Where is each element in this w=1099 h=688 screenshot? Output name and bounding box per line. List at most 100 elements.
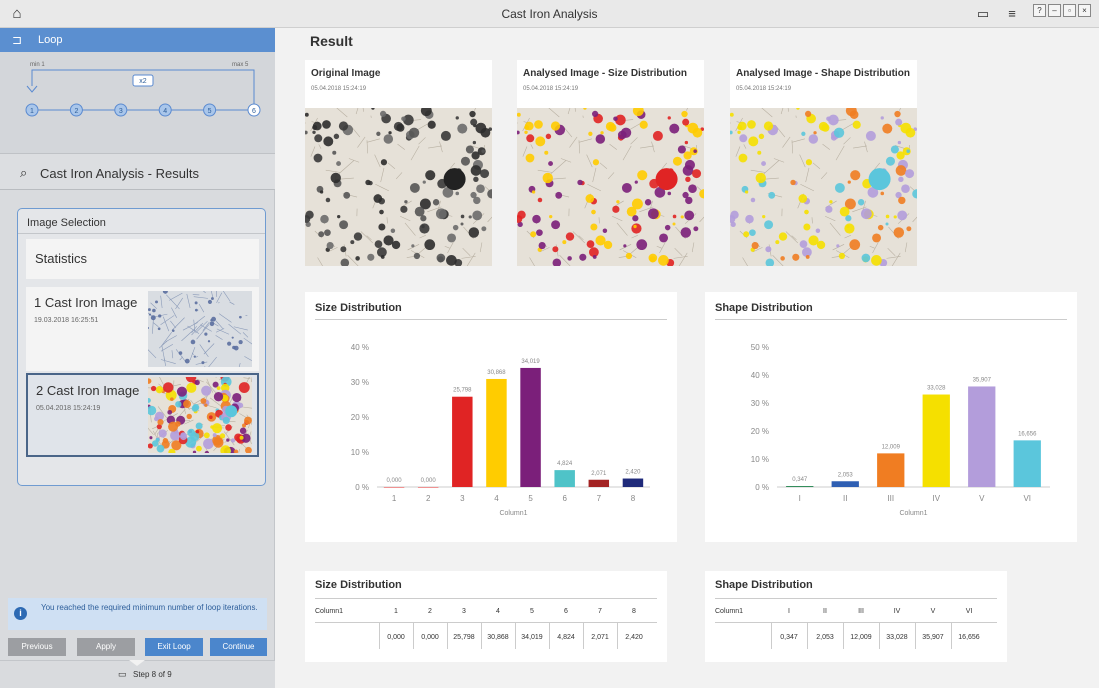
image-card-date: 05.04.2018 15:24:19	[736, 86, 792, 92]
bar-data-label: 34,019	[521, 359, 540, 365]
y-tick-label: 30 %	[351, 378, 369, 387]
results-header-label: Cast Iron Analysis - Results	[40, 166, 199, 181]
y-tick-label: 50 %	[751, 343, 769, 352]
x-tick-label: IV	[932, 494, 940, 503]
image-card-shape[interactable]: Analysed Image - Shape Distribution 05.0…	[730, 60, 917, 266]
y-tick-label: 20 %	[751, 427, 769, 436]
image-thumbnail	[148, 377, 252, 453]
bar	[1013, 440, 1041, 487]
bar-data-label: 35,907	[973, 377, 992, 383]
info-text: You reached the required minimum number …	[41, 603, 258, 612]
page-title: Result	[310, 33, 353, 49]
exit-loop-button[interactable]: Exit Loop	[145, 638, 203, 656]
table-column-header: V	[930, 608, 936, 615]
bar-data-label: 2,420	[625, 470, 641, 476]
bar	[588, 479, 610, 487]
table-row-header: Column1	[315, 608, 344, 615]
close-icon[interactable]: ×	[1078, 4, 1091, 17]
image-selection-panel: Image Selection Statistics 1 Cast Iron I…	[17, 208, 266, 486]
shape-analysed-image	[730, 108, 917, 266]
table-title: Shape Distribution	[715, 579, 813, 591]
x-tick-label: 3	[460, 494, 465, 503]
shape-distribution-chart: Shape Distribution 0 % 10 % 20 % 30 % 40 % 50…	[705, 292, 1077, 542]
table-cell: 12,009	[850, 634, 872, 641]
statistics-item[interactable]: Statistics	[26, 239, 259, 279]
x-tick-label: 4	[494, 494, 499, 503]
image-item-name: 1 Cast Iron Image	[34, 295, 138, 310]
x-tick-label: 8	[631, 494, 636, 503]
previous-button[interactable]: Previous	[8, 638, 66, 656]
step-indicator: ▭ Step 8 of 9	[0, 660, 275, 688]
y-tick-label: 40 %	[351, 343, 369, 352]
window-controls: ? – ▫ ×	[1033, 4, 1091, 17]
x-tick-label: 5	[528, 494, 533, 503]
table-cell: 30,868	[487, 634, 509, 641]
x-axis-label: Column1	[899, 510, 927, 517]
table-cell: 33,028	[886, 634, 908, 641]
loop-step-label: 6	[252, 108, 256, 115]
info-icon: i	[14, 607, 27, 620]
bar-data-label: 0,000	[387, 478, 403, 484]
image-selection-heading: Image Selection	[27, 217, 106, 229]
loop-label: Loop	[38, 34, 63, 46]
image-thumbnail	[148, 291, 252, 367]
bar-data-label: 0,000	[421, 478, 437, 484]
table-column-header: 8	[632, 608, 636, 615]
image-list-item[interactable]: 1 Cast Iron Image 19.03.2018 16:25:51	[26, 287, 259, 371]
table-column-header: IV	[893, 608, 901, 615]
x-tick-label: VI	[1023, 494, 1031, 503]
bar	[622, 478, 644, 487]
loop-step-label: 3	[119, 108, 123, 115]
list-icon[interactable]: ≡	[1003, 5, 1021, 23]
size-analysed-image	[517, 108, 704, 266]
bar	[520, 367, 541, 487]
table-title: Size Distribution	[315, 579, 402, 591]
image-card-title: Original Image	[311, 68, 381, 79]
table-column-header: III	[858, 608, 864, 615]
step-text: Step 8 of 9	[133, 670, 172, 679]
microscope-icon: ⌕	[20, 165, 28, 180]
bar	[831, 481, 859, 487]
bar	[554, 470, 575, 487]
statistics-label: Statistics	[35, 251, 88, 266]
loop-diagram: min 1 max 5 x2 1 2 3 4 5 6	[0, 52, 275, 154]
table-cell: 0,000	[421, 634, 439, 641]
comment-icon[interactable]: ▭	[974, 5, 992, 23]
x-tick-label: III	[887, 494, 894, 503]
apply-button[interactable]: Apply	[77, 638, 135, 656]
bar-data-label: 12,009	[882, 444, 901, 450]
minimize-icon[interactable]: –	[1048, 4, 1061, 17]
table-column-header: 5	[530, 608, 534, 615]
loop-min-label: min 1	[30, 62, 45, 68]
table-cell: 2,420	[625, 634, 643, 641]
bar-data-label: 2,071	[591, 471, 607, 477]
image-card-original[interactable]: Original Image 05.04.2018 15:24:19	[305, 60, 492, 266]
image-card-date: 05.04.2018 15:24:19	[523, 86, 579, 92]
continue-button[interactable]: Continue	[210, 638, 267, 656]
app-title: Cast Iron Analysis	[501, 7, 598, 21]
image-list-item-selected[interactable]: 2 Cast Iron Image 05.04.2018 15:24:19	[26, 373, 259, 457]
loop-header[interactable]: ⊐ Loop	[0, 28, 275, 52]
original-image	[305, 108, 492, 266]
image-item-name: 2 Cast Iron Image	[36, 383, 140, 398]
maximize-icon[interactable]: ▫	[1063, 4, 1076, 17]
table-column-header: 6	[564, 608, 568, 615]
bar-data-label: 30,868	[487, 370, 506, 376]
table-column-header: 4	[496, 608, 500, 615]
x-tick-label: 6	[562, 494, 567, 503]
table-column-header: 3	[462, 608, 466, 615]
thumb-svg-1	[148, 291, 252, 367]
bar	[452, 396, 473, 487]
y-tick-label: 20 %	[351, 413, 369, 422]
table-column-header: II	[823, 608, 827, 615]
image-card-title: Analysed Image - Size Distribution	[523, 68, 687, 79]
bar	[383, 487, 405, 488]
bar-data-label: 4,824	[557, 461, 573, 467]
bar-data-label: 33,028	[927, 386, 946, 392]
image-card-size[interactable]: Analysed Image - Size Distribution 05.04…	[517, 60, 704, 266]
bar	[922, 394, 950, 487]
results-header: ⌕ Cast Iron Analysis - Results	[0, 154, 275, 190]
table-column-header: 2	[428, 608, 432, 615]
help-icon[interactable]: ?	[1033, 4, 1046, 17]
table-column-header: 7	[598, 608, 602, 615]
